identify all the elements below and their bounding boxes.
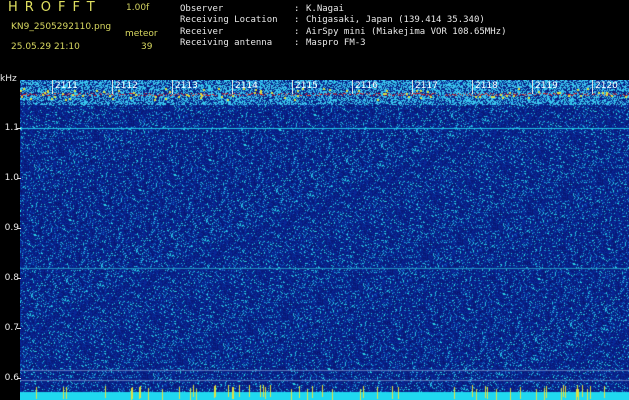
x-tick: [592, 80, 593, 94]
y-tick: [17, 328, 21, 329]
info-colon: :: [294, 27, 300, 37]
info-row-receiver: Receiver: AirSpy mini (Miakejima VOR 108.…: [180, 27, 506, 38]
x-tick-label: 2112: [115, 81, 138, 91]
x-tick-label: 2115: [295, 81, 318, 91]
x-tick: [292, 80, 293, 94]
y-axis-unit: kHz: [0, 74, 17, 84]
x-tick: [172, 80, 173, 94]
info-row-antenna: Receiving antenna: Maspro FM-3: [180, 38, 366, 49]
info-colon: :: [294, 15, 300, 25]
y-tick: [17, 228, 21, 229]
meteor-label: meteor: [125, 29, 158, 39]
x-tick-label: 2119: [535, 81, 558, 91]
info-value: AirSpy mini (Miakejima VOR 108.65MHz): [306, 27, 507, 37]
info-value: Chigasaki, Japan (139.414 35.340): [306, 15, 485, 25]
y-tick: [17, 378, 21, 379]
x-tick-label: 2114: [235, 81, 258, 91]
y-tick: [17, 178, 21, 179]
info-key: Receiver: [180, 27, 224, 37]
info-row-observer: Observer: K.Nagai: [180, 4, 344, 15]
x-tick-label: 2118: [475, 81, 498, 91]
x-tick: [232, 80, 233, 94]
x-tick-label: 2116: [355, 81, 378, 91]
y-tick: [17, 278, 21, 279]
y-tick: [17, 128, 21, 129]
info-key: Receiving Location: [180, 15, 278, 25]
version-label: 1.00f: [126, 3, 150, 13]
x-tick: [532, 80, 533, 94]
info-row-location: Receiving Location: Chigasaki, Japan (139…: [180, 15, 485, 26]
x-tick: [472, 80, 473, 94]
x-tick: [112, 80, 113, 94]
filename-label: KN9_2505292110.png: [11, 22, 112, 32]
meteor-count: 39: [141, 42, 153, 52]
info-key: Receiving antenna: [180, 38, 273, 48]
info-colon: :: [294, 4, 300, 14]
info-value: Maspro FM-3: [306, 38, 366, 48]
info-colon: :: [294, 38, 300, 48]
x-tick: [352, 80, 353, 94]
x-tick: [52, 80, 53, 94]
info-value: K.Nagai: [306, 4, 344, 14]
spectrogram-plot: [20, 80, 629, 400]
datetime-label: 25.05.29 21:10: [11, 42, 80, 52]
x-tick-label: 2111: [55, 81, 78, 91]
x-tick: [412, 80, 413, 94]
x-tick-label: 2113: [175, 81, 198, 91]
app-title: HROFFT: [8, 0, 102, 15]
x-tick-label: 2120: [595, 81, 618, 91]
spectrogram-canvas: [20, 80, 629, 400]
info-key: Observer: [180, 4, 224, 14]
x-tick-label: 2117: [415, 81, 438, 91]
